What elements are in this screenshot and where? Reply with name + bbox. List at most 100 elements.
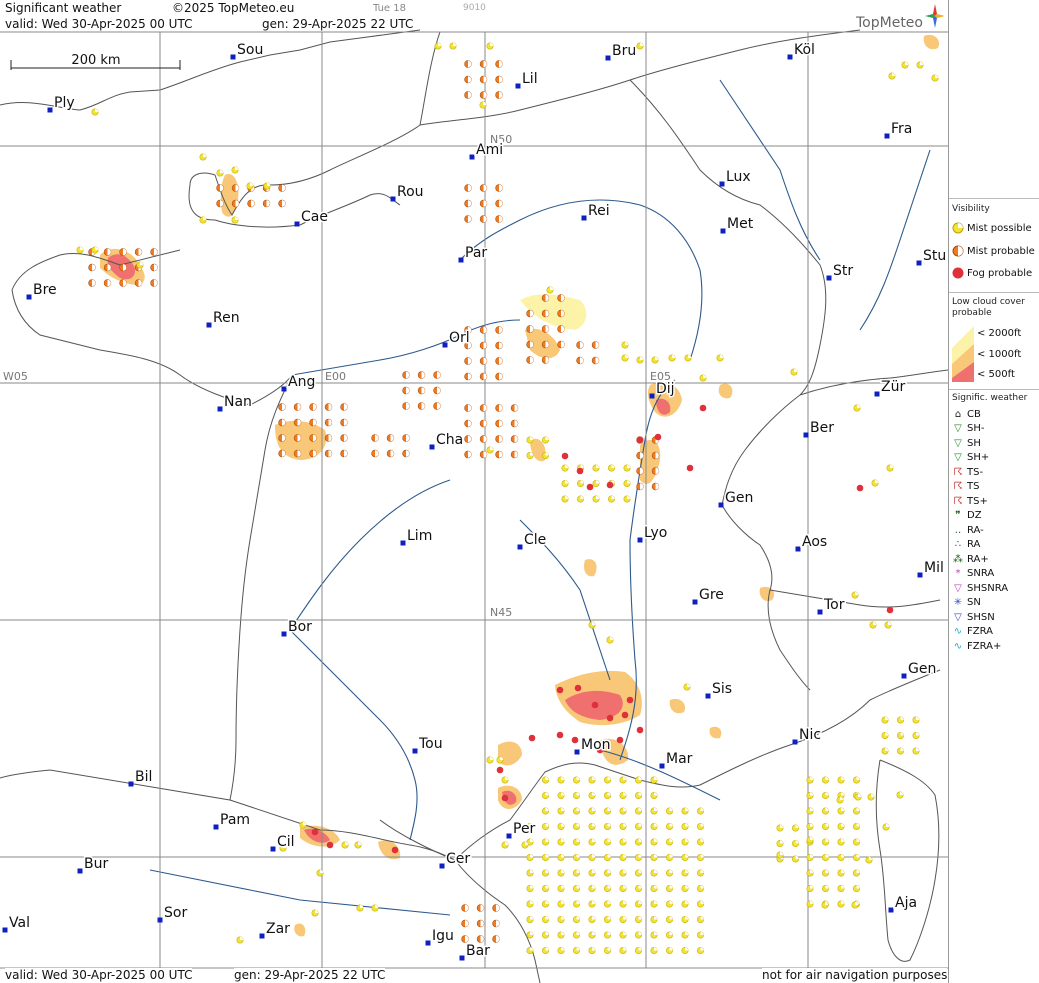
mist-possible-symbol (851, 591, 859, 599)
city-label: Lim (407, 528, 432, 544)
mist-possible-symbol (449, 42, 457, 50)
sigwx-label: CB (967, 408, 981, 420)
fog-symbol (576, 467, 584, 475)
mist-possible-symbol (634, 791, 642, 799)
mist-possible-symbol (557, 838, 565, 846)
sigwx-item: ∴ RA (952, 538, 981, 552)
mist-possible-symbol (619, 900, 627, 908)
lowcloud-500: < 500ft (977, 368, 1015, 380)
city-label: Igu (432, 928, 454, 944)
mist-possible-symbol (621, 354, 629, 362)
fog-symbol (556, 686, 564, 694)
mist-probable-symbol (495, 357, 503, 365)
mist-possible-symbol (619, 776, 627, 784)
mist-possible-symbol (806, 869, 814, 877)
mist-possible-symbol (665, 869, 673, 877)
mist-probable-symbol (88, 263, 96, 272)
fog-symbol (686, 464, 694, 472)
city-marker (439, 863, 445, 869)
city-label: Mon (581, 737, 611, 753)
mist-possible-symbol (650, 853, 658, 861)
sigwx-item: ∿ FZRA (952, 625, 993, 639)
city-marker (888, 907, 894, 913)
city-label: Dij (656, 381, 675, 397)
mist-probable-symbol (495, 75, 503, 84)
mist-probable-symbol (402, 371, 410, 379)
mist-possible-symbol (588, 884, 596, 892)
city-marker (705, 693, 711, 699)
mist-probable-symbol (479, 184, 488, 192)
fog-symbol (561, 452, 569, 460)
mist-possible-symbol (696, 946, 704, 954)
mist-probable-symbol (417, 371, 426, 379)
mist-possible-symbol (541, 853, 549, 861)
sigwx-item: ⌂ CB (952, 407, 981, 421)
sigwx-icon: ▽ (954, 423, 962, 434)
fog-symbol (501, 794, 509, 802)
mist-possible-symbol (607, 464, 615, 472)
mist-possible-symbol (851, 901, 859, 909)
mist-probable-symbol (636, 482, 644, 491)
mist-possible-symbol (634, 822, 642, 830)
mist-probable-symbol (150, 248, 158, 256)
mist-possible-symbol (541, 822, 549, 830)
mist-possible-symbol (603, 776, 611, 784)
mist-possible-symbol (696, 807, 704, 815)
mist-possible-symbol (791, 824, 799, 832)
sigwx-item: ▽ SH+ (952, 451, 989, 465)
sigwx-label: TS- (967, 466, 984, 478)
mist-possible-symbol (837, 869, 845, 877)
fog-symbol (616, 736, 624, 744)
city-marker (795, 546, 801, 552)
city-label: Lil (522, 71, 538, 87)
mist-possible-symbol (541, 884, 549, 892)
mist-probable-symbol (402, 386, 410, 395)
mist-possible-symbol (681, 931, 689, 939)
mist-probable-symbol (636, 467, 644, 475)
mist-possible-symbol (896, 731, 904, 739)
mist-possible-symbol (650, 776, 658, 784)
valid-time-top: valid: Wed 30-Apr-2025 00 UTC (5, 17, 193, 31)
fog-probable-label: Fog probable (967, 267, 1033, 279)
mist-probable-symbol (464, 199, 472, 208)
mist-possible-symbol (603, 807, 611, 815)
city-marker (874, 391, 880, 397)
city-marker (901, 673, 907, 679)
mist-possible-symbol (623, 464, 631, 472)
mist-possible-symbol (650, 838, 658, 846)
city-marker (692, 599, 698, 605)
mist-possible-symbol (572, 884, 580, 892)
city-marker (429, 444, 435, 450)
fog-symbol (326, 841, 334, 849)
mist-possible-symbol (603, 869, 611, 877)
mist-possible-symbol (588, 869, 596, 877)
city-label: Sor (164, 905, 187, 921)
lowcloud-title-2: probable (952, 308, 992, 318)
sigwx-item: ☈ TS- (952, 465, 984, 479)
mist-possible-symbol (588, 621, 596, 629)
mist-possible-symbol (696, 822, 704, 830)
city-marker (294, 221, 300, 227)
city-marker (128, 781, 134, 787)
mist-probable-symbol (541, 356, 550, 364)
sigwx-label: SH (967, 437, 981, 449)
mist-possible-symbol (668, 354, 676, 362)
mist-possible-symbol (572, 915, 580, 923)
mist-possible-symbol (836, 796, 844, 804)
city-label: Gen (725, 490, 753, 506)
fog-symbol (571, 736, 579, 744)
mist-probable-symbol (231, 199, 240, 208)
mist-possible-symbol (572, 807, 580, 815)
mist-possible-symbol (650, 931, 658, 939)
mist-possible-symbol (486, 42, 494, 50)
mist-possible-symbol (650, 900, 658, 908)
mist-possible-symbol (806, 836, 814, 844)
city-marker (605, 55, 611, 61)
mist-possible-symbol (557, 791, 565, 799)
mist-possible-symbol (912, 731, 920, 739)
mist-probable-symbol (119, 279, 127, 287)
mist-probable-symbol (278, 199, 286, 208)
mist-possible-symbol (931, 74, 939, 82)
mist-possible-symbol (561, 464, 569, 472)
mist-possible-symbol (576, 479, 584, 487)
